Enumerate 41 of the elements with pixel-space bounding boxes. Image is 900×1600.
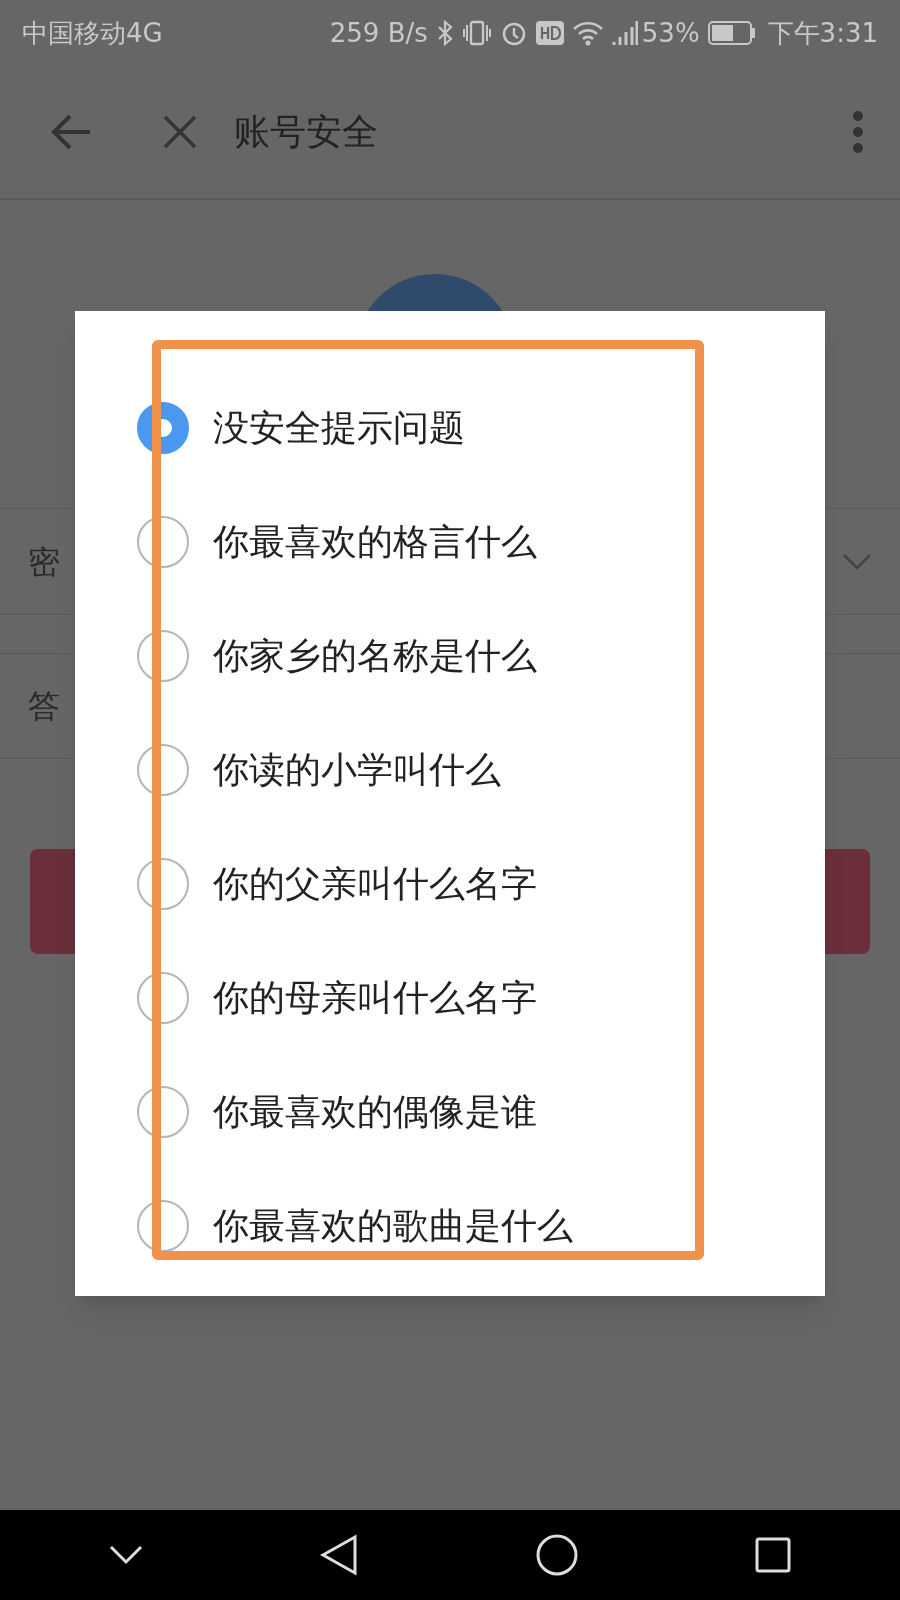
radio-option[interactable]: 你的母亲叫什么名字	[75, 941, 825, 1055]
radio-button[interactable]	[137, 858, 189, 910]
network-speed: 259 B/s	[329, 16, 428, 50]
hide-keyboard-button[interactable]	[108, 1545, 143, 1565]
radio-button[interactable]	[137, 1086, 189, 1138]
field-label: 密	[28, 541, 60, 583]
chevron-down-icon	[842, 552, 872, 571]
option-label: 你最喜欢的格言什么	[213, 520, 537, 564]
wifi-icon	[571, 20, 604, 46]
radio-option[interactable]: 你最喜欢的格言什么	[75, 485, 825, 599]
more-button[interactable]	[852, 110, 864, 154]
carrier-name: 中国移动4G	[22, 16, 163, 50]
home-button[interactable]	[535, 1534, 578, 1576]
option-label: 你家乡的名称是什么	[213, 634, 537, 678]
bluetooth-icon	[435, 19, 454, 47]
option-label: 你最喜欢的偶像是谁	[213, 1090, 537, 1134]
radio-option[interactable]: 你的父亲叫什么名字	[75, 827, 825, 941]
battery-level: 53%	[641, 16, 700, 50]
back-nav-button[interactable]	[320, 1534, 359, 1576]
radio-option[interactable]: 没安全提示问题	[75, 371, 825, 485]
vibrate-icon	[461, 19, 492, 47]
option-label: 没安全提示问题	[213, 406, 465, 450]
radio-button[interactable]	[137, 1200, 189, 1252]
field-label: 答	[28, 686, 60, 727]
recent-apps-button[interactable]	[755, 1537, 792, 1573]
clock-time: 下午3:31	[767, 16, 878, 50]
page-title: 账号安全	[234, 110, 378, 154]
option-label: 你读的小学叫什么	[213, 748, 501, 792]
option-label: 你最喜欢的歌曲是什么	[213, 1204, 573, 1248]
radio-option[interactable]: 你读的小学叫什么	[75, 713, 825, 827]
battery-icon	[707, 21, 756, 45]
option-label: 你的父亲叫什么名字	[213, 862, 537, 906]
hd-icon	[535, 21, 564, 45]
radio-button[interactable]	[137, 972, 189, 1024]
radio-button[interactable]	[137, 516, 189, 568]
radio-option[interactable]: 你家乡的名称是什么	[75, 599, 825, 713]
radio-button[interactable]	[137, 630, 189, 682]
radio-option[interactable]: 你最喜欢的歌曲是什么	[75, 1169, 825, 1283]
radio-button[interactable]	[137, 744, 189, 796]
option-label: 你的母亲叫什么名字	[213, 976, 537, 1020]
radio-option[interactable]: 你最喜欢的偶像是谁	[75, 1055, 825, 1169]
